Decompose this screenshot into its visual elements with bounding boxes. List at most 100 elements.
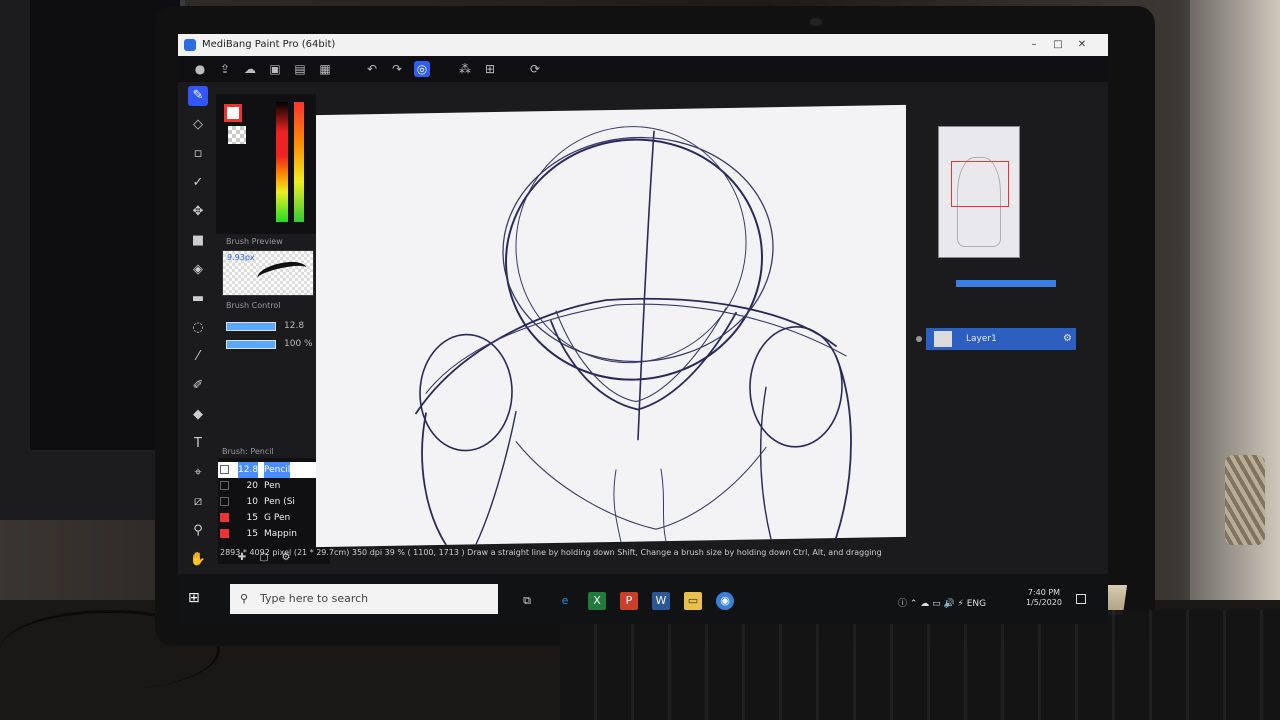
minimize-icon[interactable]: –: [1024, 34, 1044, 56]
divide-tool-icon[interactable]: ⧄: [188, 492, 208, 512]
brush-list-header: Brush: Pencil: [218, 446, 330, 458]
task-view-icon[interactable]: ⧉: [518, 592, 536, 610]
brush-opacity-slider[interactable]: [226, 340, 276, 349]
brush-opacity-value: 100 %: [284, 339, 313, 349]
brush-item-mapping[interactable]: 15 Mappin: [218, 526, 330, 542]
gradient-tool-icon[interactable]: ▬: [188, 289, 208, 309]
brush-item-name: Pen (Si: [264, 497, 295, 507]
brush-item-checkbox[interactable]: [220, 497, 229, 506]
brush-item-pen-soft[interactable]: 10 Pen (Si: [218, 494, 330, 510]
rope-decoration: [1225, 455, 1265, 545]
brush-tool-icon[interactable]: ●: [192, 61, 208, 77]
grid-icon[interactable]: ▦: [317, 61, 333, 77]
taskbar-search-box[interactable]: ⚲ Type here to search: [230, 584, 498, 614]
new-file-icon[interactable]: ▤: [292, 61, 308, 77]
brush-item-size: 15: [246, 513, 258, 523]
right-arm-outer: [835, 355, 852, 539]
system-clock[interactable]: 7:40 PM 1/5/2020: [1026, 588, 1062, 608]
windows-taskbar: ⊞ ⚲ Type here to search ⧉ e X P W ▭ ◉ ⓘ …: [178, 574, 1108, 624]
clock-date: 1/5/2020: [1026, 598, 1062, 607]
laptop-screen: MediBang Paint Pro (64bit) – □ ✕ ● ⇪ ☁ ▣…: [178, 34, 1108, 624]
system-tray[interactable]: ⓘ ⌃ ☁ ▭ 🔊 ⚡ ENG: [898, 596, 986, 609]
eraser-tool-icon[interactable]: ◇: [188, 115, 208, 135]
window-titlebar: MediBang Paint Pro (64bit) – □ ✕: [178, 34, 1108, 56]
brush-item-checkbox[interactable]: [220, 465, 229, 474]
brush-item-checkbox[interactable]: [220, 529, 229, 538]
brush-preview: 9.93px: [222, 250, 314, 296]
start-button[interactable]: ⊞: [188, 590, 200, 606]
share-icon[interactable]: ⇪: [217, 61, 233, 77]
torso-line-right: [660, 468, 667, 542]
background-color-swatch[interactable]: [228, 126, 246, 144]
brush-item-checkbox[interactable]: [220, 513, 229, 522]
rotate-icon[interactable]: ⟳: [527, 61, 543, 77]
select-icon[interactable]: ◎: [414, 61, 430, 77]
excel-icon[interactable]: X: [588, 592, 606, 610]
select-eraser-icon[interactable]: ◆: [188, 405, 208, 425]
brush-item-g-pen[interactable]: 15 G Pen: [218, 510, 330, 526]
brush-stroke-preview: [255, 258, 309, 288]
sketch-drawing: [415, 126, 852, 546]
brush-item-pen[interactable]: 20 Pen: [218, 478, 330, 494]
layer-visibility-icon[interactable]: [916, 336, 922, 342]
eyedropper-tool-icon[interactable]: ⚲: [188, 521, 208, 541]
photo-scene: hp MediBang Paint Pro (64bit) – □ ✕ ● ⇪ …: [0, 0, 1280, 720]
text-tool-icon[interactable]: T: [188, 434, 208, 454]
brush-item-checkbox[interactable]: [220, 481, 229, 490]
notification-icon[interactable]: [1076, 594, 1086, 604]
word-icon[interactable]: W: [652, 592, 670, 610]
search-placeholder: Type here to search: [260, 592, 369, 605]
brush-item-pencil[interactable]: 12.8 Pencil: [218, 462, 330, 478]
dot-tool-icon[interactable]: ▫: [188, 144, 208, 164]
hand-tool-icon[interactable]: ✋: [188, 550, 208, 570]
left-arm-inner: [475, 410, 517, 546]
lasso-tool-icon[interactable]: ◌: [188, 318, 208, 338]
status-text: 2893 * 4092 pixel (21 * 29.7cm) 350 dpi …: [220, 548, 882, 557]
brush-control-title: Brush Control: [226, 301, 281, 310]
medibang-icon[interactable]: ◉: [716, 592, 734, 610]
layer-item[interactable]: Layer1 ⚙: [926, 328, 1076, 350]
brush-size-slider[interactable]: [226, 322, 276, 331]
operation-tool-icon[interactable]: ⌖: [188, 463, 208, 483]
search-icon: ⚲: [240, 592, 249, 605]
check-tool-icon[interactable]: ✓: [188, 173, 208, 193]
pen-tool-icon[interactable]: ✎: [188, 86, 208, 106]
brush-size-value: 12.8: [284, 321, 305, 331]
snap-icon[interactable]: ⁂: [457, 61, 473, 77]
foreground-color-swatch[interactable]: [224, 104, 242, 122]
brush-preview-title: Brush Preview: [226, 237, 283, 246]
close-icon[interactable]: ✕: [1072, 34, 1092, 56]
file-explorer-icon[interactable]: ▭: [684, 592, 702, 610]
status-bar: 2893 * 4092 pixel (21 * 29.7cm) 350 dpi …: [220, 546, 920, 560]
pen-select-icon[interactable]: ✐: [188, 376, 208, 396]
brush-item-size: 10: [246, 497, 258, 507]
fill-rect-icon[interactable]: ■: [188, 231, 208, 251]
layer-opacity-slider[interactable]: [956, 280, 1056, 287]
window-title: MediBang Paint Pro (64bit): [202, 39, 336, 50]
powerpoint-icon[interactable]: P: [620, 592, 638, 610]
hue-slider[interactable]: [294, 102, 304, 222]
layer-thumbnail: [934, 331, 952, 347]
edge-icon[interactable]: e: [556, 592, 574, 610]
team-icon[interactable]: ▣: [267, 61, 283, 77]
redo-icon[interactable]: ↷: [389, 61, 405, 77]
tray-language: ENG: [966, 599, 987, 609]
main-toolbar: ● ⇪ ☁ ▣ ▤ ▦ ↶ ↷ ◎ ⁂ ⊞ ⟳: [178, 56, 1108, 82]
layer-settings-icon[interactable]: ⚙: [1063, 328, 1072, 350]
head-outline: [505, 138, 763, 381]
drawing-canvas[interactable]: [316, 104, 906, 548]
undo-icon[interactable]: ↶: [364, 61, 380, 77]
cloud-icon[interactable]: ☁: [242, 61, 258, 77]
brush-item-name: Pen: [264, 481, 281, 491]
navigator-view-frame[interactable]: [951, 161, 1009, 207]
bucket-tool-icon[interactable]: ◈: [188, 260, 208, 280]
shoulder-line: [415, 297, 837, 415]
maximize-icon[interactable]: □: [1048, 34, 1068, 56]
color-panel: [216, 94, 316, 234]
perspective-icon[interactable]: ⊞: [482, 61, 498, 77]
move-tool-icon[interactable]: ✥: [188, 202, 208, 222]
navigator-panel[interactable]: [938, 126, 1020, 258]
clock-time: 7:40 PM: [1027, 588, 1061, 597]
color-bar[interactable]: [276, 102, 288, 222]
wand-tool-icon[interactable]: ⁄: [188, 347, 208, 367]
